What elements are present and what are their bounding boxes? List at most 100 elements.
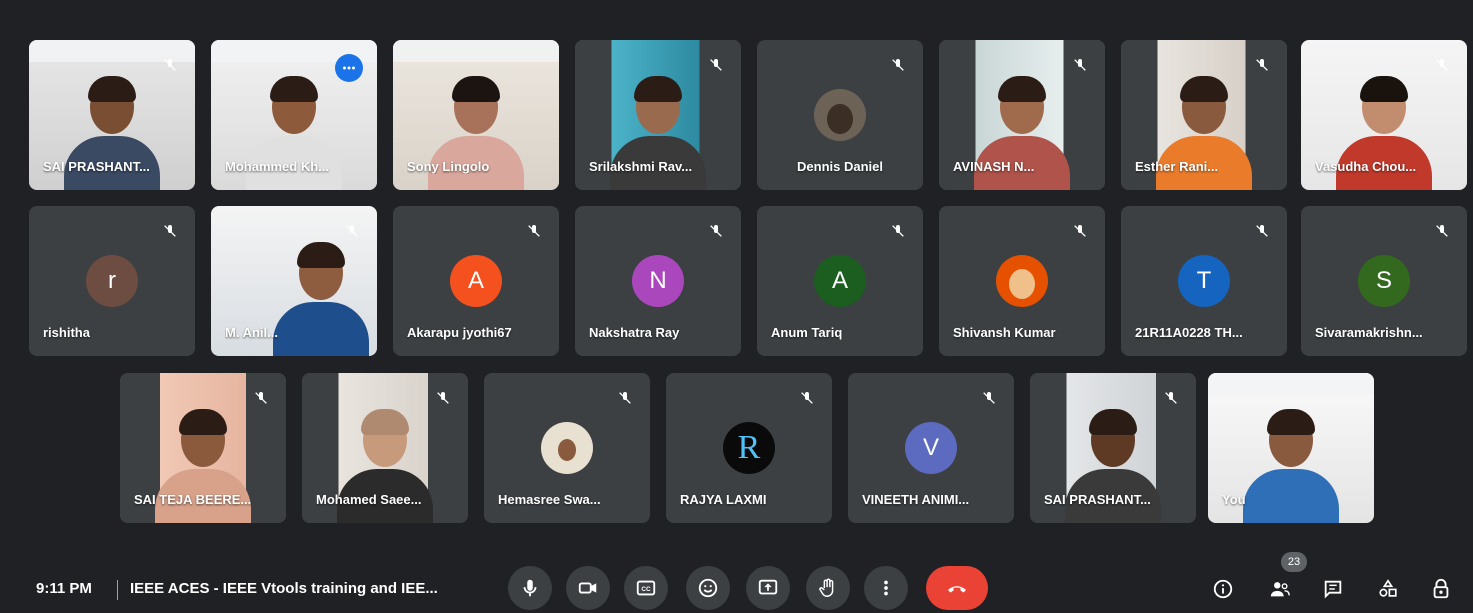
profile-photo-avatar [814,89,866,141]
participant-tile[interactable]: AVINASH N... [939,40,1105,190]
participant-tile[interactable]: Mohamed Saee... [302,373,468,523]
muted-icon [1251,54,1273,76]
initial-avatar: S [1358,255,1410,307]
hand-icon [819,578,834,597]
participant-name: 21R11A0228 TH... [1135,325,1243,340]
participant-name: M. Anil... [225,325,278,340]
muted-icon [614,387,636,409]
initial-avatar: A [814,255,866,307]
emoji-icon [698,578,718,598]
participant-grid: SAI PRASHANT... Mohammed Kh... Sony Ling… [0,0,1473,540]
participant-tile[interactable]: Dennis Daniel [757,40,923,190]
muted-icon [705,220,727,242]
event-banner [1208,373,1374,395]
captions-button[interactable]: CC [624,566,668,610]
muted-icon [1431,54,1453,76]
meeting-controls-bar: 9:11 PM IEEE ACES - IEEE Vtools training… [0,540,1473,613]
present-icon [758,579,778,595]
divider [117,580,118,600]
participant-tile[interactable]: SAI TEJA BEERE... [120,373,286,523]
muted-icon [341,220,363,242]
participant-name: Hemasree Swa... [498,492,601,507]
profile-photo-avatar [541,422,593,474]
initial-avatar: A [450,255,502,307]
muted-icon [159,220,181,242]
participant-tile[interactable]: M. Anil... [211,206,377,356]
participant-name: Mohammed Kh... [225,159,330,174]
participant-name: Dennis Daniel [797,159,883,174]
present-screen-button[interactable] [746,566,790,610]
participant-name: rishitha [43,325,90,340]
participant-tile[interactable]: Srilakshmi Rav... [575,40,741,190]
muted-icon [523,220,545,242]
more-options-icon[interactable] [335,54,363,82]
activities-icon [1379,579,1397,597]
captions-icon: CC [636,580,656,596]
camera-button[interactable] [566,566,610,610]
host-controls-button[interactable] [1428,576,1454,602]
raise-hand-button[interactable] [806,566,850,610]
more-options-button[interactable] [864,566,908,610]
lock-person-icon [1433,578,1449,599]
participant-tile[interactable]: Shivansh Kumar [939,206,1105,356]
participant-name: Mohamed Saee... [316,492,422,507]
participant-tile[interactable]: SAI PRASHANT... [1030,373,1196,523]
participant-tile[interactable]: Esther Rani... [1121,40,1287,190]
participant-name: Shivansh Kumar [953,325,1056,340]
participant-name: Vasudha Chou... [1315,159,1417,174]
svg-text:CC: CC [641,586,651,593]
participant-tile[interactable]: Vasudha Chou... [1301,40,1467,190]
logo-avatar: R [723,422,775,474]
initial-avatar: N [632,255,684,307]
participant-tile[interactable]: r rishitha [29,206,195,356]
participant-name: VINEETH ANIMI... [862,492,970,507]
people-button[interactable] [1267,576,1293,602]
emoji-button[interactable] [686,566,730,610]
meeting-title: IEEE ACES - IEEE Vtools training and IEE… [130,580,438,597]
participant-name: Esther Rani... [1135,159,1219,174]
leave-call-button[interactable] [926,566,988,610]
end-call-icon [948,586,966,593]
participant-tile[interactable]: R RAJYA LAXMI [666,373,832,523]
participant-tile[interactable]: V VINEETH ANIMI... [848,373,1014,523]
participant-tile[interactable]: A Akarapu jyothi67 [393,206,559,356]
participant-name: AVINASH N... [953,159,1035,174]
muted-icon [1069,220,1091,242]
activities-button[interactable] [1375,576,1401,602]
participant-tile[interactable]: Hemasree Swa... [484,373,650,523]
participant-tile[interactable]: T 21R11A0228 TH... [1121,206,1287,356]
participant-tile[interactable]: Mohammed Kh... [211,40,377,190]
profile-photo-avatar [996,255,1048,307]
participant-tile[interactable]: Sony Lingolo [393,40,559,190]
participant-name: RAJYA LAXMI [680,492,767,507]
participant-tile[interactable]: You [1208,373,1374,523]
participant-name: Nakshatra Ray [589,325,680,340]
muted-icon [705,54,727,76]
initial-avatar: T [1178,255,1230,307]
participant-tile[interactable]: S Sivaramakrishn... [1301,206,1467,356]
chat-button[interactable] [1320,576,1346,602]
muted-icon [887,54,909,76]
participant-tile[interactable]: N Nakshatra Ray [575,206,741,356]
participant-name: SAI PRASHANT... [43,159,150,174]
chat-icon [1324,580,1342,599]
meeting-time: 9:11 PM [36,580,92,597]
participant-name: Anum Tariq [771,325,843,340]
muted-icon [1160,387,1182,409]
participant-name: Sivaramakrishn... [1315,325,1423,340]
participant-name: SAI PRASHANT... [1044,492,1151,507]
participant-tile[interactable]: A Anum Tariq [757,206,923,356]
muted-icon [1069,54,1091,76]
participant-tile[interactable]: SAI PRASHANT... [29,40,195,190]
participant-name: Srilakshmi Rav... [589,159,693,174]
initial-avatar: r [86,255,138,307]
info-icon [1213,579,1233,599]
meeting-details-button[interactable] [1210,576,1236,602]
microphone-button[interactable] [508,566,552,610]
initial-avatar: V [905,422,957,474]
more-vert-icon [884,580,888,596]
muted-icon [978,387,1000,409]
participant-name: SAI TEJA BEERE... [134,492,252,507]
muted-icon [159,54,181,76]
muted-icon [1251,220,1273,242]
